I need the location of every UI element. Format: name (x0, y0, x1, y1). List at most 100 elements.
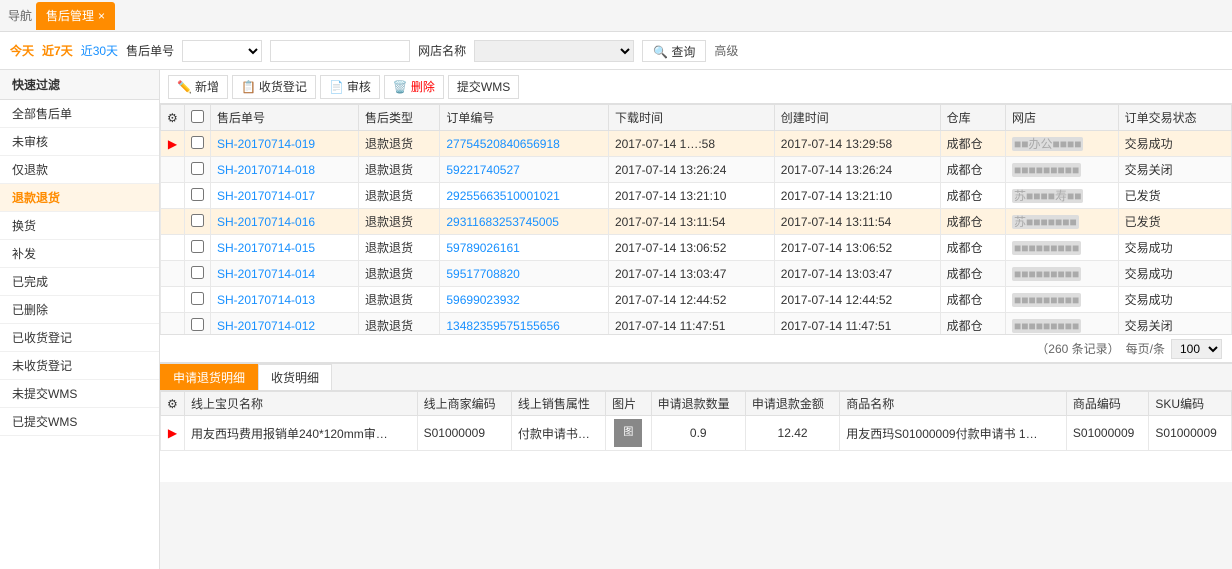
col-checkbox[interactable] (185, 105, 211, 131)
delete-button[interactable]: 🗑️ 删除 (384, 75, 444, 99)
table-row[interactable]: ▶ SH-20170714-019 退款退货 27754520840656918… (161, 131, 1232, 157)
bottom-table: ⚙ 线上宝贝名称 线上商家编码 线上销售属性 图片 申请退款数量 申请退款金额 … (160, 391, 1232, 451)
date-7days-btn[interactable]: 近7天 (42, 42, 73, 59)
row-order[interactable]: 59789026161 (440, 235, 609, 261)
row-status: 交易关闭 (1118, 313, 1231, 335)
main-table: ⚙ 售后单号 售后类型 订单编号 下载时间 创建时间 仓库 网店 订单交易状态 … (160, 104, 1232, 334)
row-created: 2017-07-14 13:11:54 (774, 209, 940, 235)
row-id[interactable]: SH-20170714-019 (211, 131, 359, 157)
row-shop: ■■■■■■■■■ (1005, 287, 1118, 313)
sidebar-item-exchange[interactable]: 换货 (0, 212, 159, 240)
col-gear[interactable]: ⚙ (161, 105, 185, 131)
row-id[interactable]: SH-20170714-012 (211, 313, 359, 335)
table-row[interactable]: SH-20170714-015 退款退货 59789026161 2017-07… (161, 235, 1232, 261)
tab-close-icon[interactable]: × (98, 9, 105, 23)
active-tab[interactable]: 售后管理 × (36, 2, 115, 30)
bottom-table-row[interactable]: ▶ 用友西玛费用报销单240*120mm审… S01000009 付款申请书… … (161, 416, 1232, 451)
sidebar-item-refund-return[interactable]: 退款退货 (0, 184, 159, 212)
sidebar-item-submitted[interactable]: 已提交WMS (0, 408, 159, 436)
row-order[interactable]: 29255663510001021 (440, 183, 609, 209)
new-icon: ✏️ (177, 80, 192, 94)
table-area[interactable]: ⚙ 售后单号 售后类型 订单编号 下载时间 创建时间 仓库 网店 订单交易状态 … (160, 104, 1232, 334)
row-status: 交易关闭 (1118, 157, 1231, 183)
row-id[interactable]: SH-20170714-015 (211, 235, 359, 261)
row-download: 2017-07-14 13:11:54 (608, 209, 774, 235)
advanced-button[interactable]: 高级 (714, 42, 738, 59)
row-checkbox[interactable] (185, 287, 211, 313)
row-checkbox[interactable] (185, 209, 211, 235)
row-created: 2017-07-14 13:29:58 (774, 131, 940, 157)
brow-image: 图 (606, 416, 651, 451)
row-created: 2017-07-14 12:44:52 (774, 287, 940, 313)
sidebar-item-not-submitted[interactable]: 未提交WMS (0, 380, 159, 408)
row-shop: ■■■■■■■■■ (1005, 313, 1118, 335)
row-order[interactable]: 29311683253745005 (440, 209, 609, 235)
row-checkbox[interactable] (185, 313, 211, 335)
row-checkbox[interactable] (185, 183, 211, 209)
submit-wms-button[interactable]: 提交WMS (448, 75, 519, 99)
table-row[interactable]: SH-20170714-016 退款退货 29311683253745005 2… (161, 209, 1232, 235)
brow-qty: 0.9 (651, 416, 745, 451)
row-order[interactable]: 59517708820 (440, 261, 609, 287)
brow-goods-name: 用友西玛S01000009付款申请书 1… (840, 416, 1067, 451)
bcol-refund-qty: 申请退款数量 (651, 392, 745, 416)
row-id[interactable]: SH-20170714-014 (211, 261, 359, 287)
audit-button[interactable]: 📄 审核 (320, 75, 380, 99)
brow-sale-attr: 付款申请书… (511, 416, 605, 451)
row-id[interactable]: SH-20170714-016 (211, 209, 359, 235)
col-created: 创建时间 (774, 105, 940, 131)
date-30days-btn[interactable]: 近30天 (81, 42, 118, 59)
row-order[interactable]: 27754520840656918 (440, 131, 609, 157)
search-button[interactable]: 🔍 查询 (642, 40, 706, 62)
row-order[interactable]: 13482359575155656 (440, 313, 609, 335)
table-row[interactable]: SH-20170714-013 退款退货 59699023932 2017-07… (161, 287, 1232, 313)
row-created: 2017-07-14 13:06:52 (774, 235, 940, 261)
col-status: 订单交易状态 (1118, 105, 1231, 131)
table-row[interactable]: SH-20170714-018 退款退货 59221740527 2017-07… (161, 157, 1232, 183)
row-arrow: ▶ (161, 131, 185, 157)
bottom-table-area[interactable]: ⚙ 线上宝贝名称 线上商家编码 线上销售属性 图片 申请退款数量 申请退款金额 … (160, 391, 1232, 479)
row-checkbox[interactable] (185, 235, 211, 261)
row-type: 退款退货 (359, 131, 440, 157)
row-id[interactable]: SH-20170714-017 (211, 183, 359, 209)
shop-select[interactable] (474, 40, 634, 62)
row-checkbox[interactable] (185, 157, 211, 183)
row-id[interactable]: SH-20170714-013 (211, 287, 359, 313)
row-checkbox[interactable] (185, 131, 211, 157)
sidebar-item-refund-only[interactable]: 仅退款 (0, 156, 159, 184)
sidebar-item-all[interactable]: 全部售后单 (0, 100, 159, 128)
per-page-select[interactable]: 100 (1171, 339, 1222, 359)
table-row[interactable]: SH-20170714-012 退款退货 13482359575155656 2… (161, 313, 1232, 335)
sidebar-item-not-received[interactable]: 未收货登记 (0, 352, 159, 380)
table-row[interactable]: SH-20170714-014 退款退货 59517708820 2017-07… (161, 261, 1232, 287)
col-type: 售后类型 (359, 105, 440, 131)
sidebar-item-completed[interactable]: 已完成 (0, 268, 159, 296)
row-arrow (161, 209, 185, 235)
sidebar-item-received[interactable]: 已收货登记 (0, 324, 159, 352)
search-input[interactable] (270, 40, 410, 62)
tab-refund-detail[interactable]: 申请退货明细 (160, 364, 258, 390)
main-layout: 快速过滤 全部售后单 未审核 仅退款 退款退货 换货 补发 已完成 已删除 已收… (0, 70, 1232, 569)
sidebar-item-deleted[interactable]: 已删除 (0, 296, 159, 324)
receive-button[interactable]: 📋 收货登记 (232, 75, 316, 99)
bottom-tab-bar: 申请退货明细 收货明细 (160, 364, 1232, 391)
row-checkbox[interactable] (185, 261, 211, 287)
row-shop: ■■■■■■■■■ (1005, 235, 1118, 261)
sidebar-item-unaudited[interactable]: 未审核 (0, 128, 159, 156)
date-today-btn[interactable]: 今天 (10, 42, 34, 59)
audit-icon: 📄 (329, 80, 344, 94)
sidebar-item-reissue[interactable]: 补发 (0, 240, 159, 268)
bcol-goods-name: 商品名称 (840, 392, 1067, 416)
row-order[interactable]: 59699023932 (440, 287, 609, 313)
bcol-gear[interactable]: ⚙ (161, 392, 185, 416)
tab-receive-detail[interactable]: 收货明细 (258, 364, 332, 390)
new-button[interactable]: ✏️ 新增 (168, 75, 228, 99)
row-arrow (161, 183, 185, 209)
row-order[interactable]: 59221740527 (440, 157, 609, 183)
row-id[interactable]: SH-20170714-018 (211, 157, 359, 183)
row-warehouse: 成都仓 (940, 209, 1005, 235)
delete-icon: 🗑️ (393, 80, 408, 94)
select-all-checkbox[interactable] (191, 110, 204, 123)
field-select[interactable] (182, 40, 262, 62)
table-row[interactable]: SH-20170714-017 退款退货 29255663510001021 2… (161, 183, 1232, 209)
